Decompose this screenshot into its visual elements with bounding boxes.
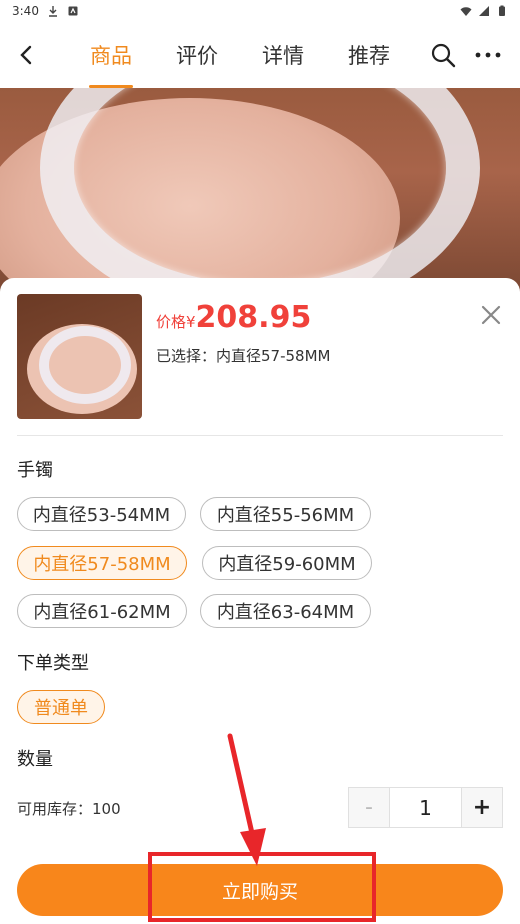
battery-icon <box>499 5 505 16</box>
quantity-stepper: - 1 + <box>348 787 503 828</box>
size-option[interactable]: 内直径55-56MM <box>200 497 371 531</box>
order-type-option-selected[interactable]: 普通单 <box>17 690 105 724</box>
close-icon[interactable] <box>480 304 502 326</box>
order-type-title: 下单类型 <box>17 653 89 674</box>
notification-icon <box>68 6 78 16</box>
size-option-selected[interactable]: 内直径57-58MM <box>17 546 187 580</box>
sku-selection-sheet: 价格¥ 208.95 已选择：内直径57-58MM 手镯 内直径53-54MM … <box>0 278 520 924</box>
decrease-button[interactable]: - <box>349 788 389 827</box>
wifi-icon <box>460 7 472 16</box>
back-button[interactable] <box>0 22 52 88</box>
tab-product[interactable]: 商品 <box>68 22 154 88</box>
quantity-title: 数量 <box>17 749 53 770</box>
status-bar: 3:40 <box>0 0 520 22</box>
divider <box>17 435 503 436</box>
product-thumbnail <box>17 294 142 419</box>
bracelet-shape <box>40 88 480 298</box>
price: 价格¥ 208.95 <box>156 300 311 335</box>
tab-details[interactable]: 详情 <box>240 22 326 88</box>
size-option[interactable]: 内直径53-54MM <box>17 497 186 531</box>
thumbnail-bracelet <box>39 326 131 404</box>
top-navigation: 商品 评价 详情 推荐 <box>0 22 520 88</box>
more-icon[interactable] <box>474 42 502 68</box>
stock-text: 可用库存：100 <box>17 800 121 818</box>
size-option[interactable]: 内直径59-60MM <box>202 546 372 580</box>
tab-reviews[interactable]: 评价 <box>154 22 240 88</box>
increase-button[interactable]: + <box>462 788 502 827</box>
tab-recommend[interactable]: 推荐 <box>326 22 412 88</box>
price-label: 价格¥ <box>156 313 196 331</box>
annotation-highlight-box <box>148 852 376 922</box>
price-value: 208.95 <box>195 300 312 335</box>
size-option[interactable]: 内直径61-62MM <box>17 594 187 628</box>
product-image <box>0 88 520 298</box>
search-icon[interactable] <box>430 42 456 68</box>
status-time: 3:40 <box>12 4 39 18</box>
size-option[interactable]: 内直径63-64MM <box>200 594 371 628</box>
bracelet-section-title: 手镯 <box>17 460 53 481</box>
back-arrow-icon <box>20 45 32 65</box>
quantity-value[interactable]: 1 <box>389 788 462 827</box>
download-icon <box>48 6 57 17</box>
selected-spec: 已选择：内直径57-58MM <box>156 347 331 365</box>
tab-bar: 商品 评价 详情 推荐 <box>68 22 412 88</box>
signal-icon <box>479 6 489 16</box>
